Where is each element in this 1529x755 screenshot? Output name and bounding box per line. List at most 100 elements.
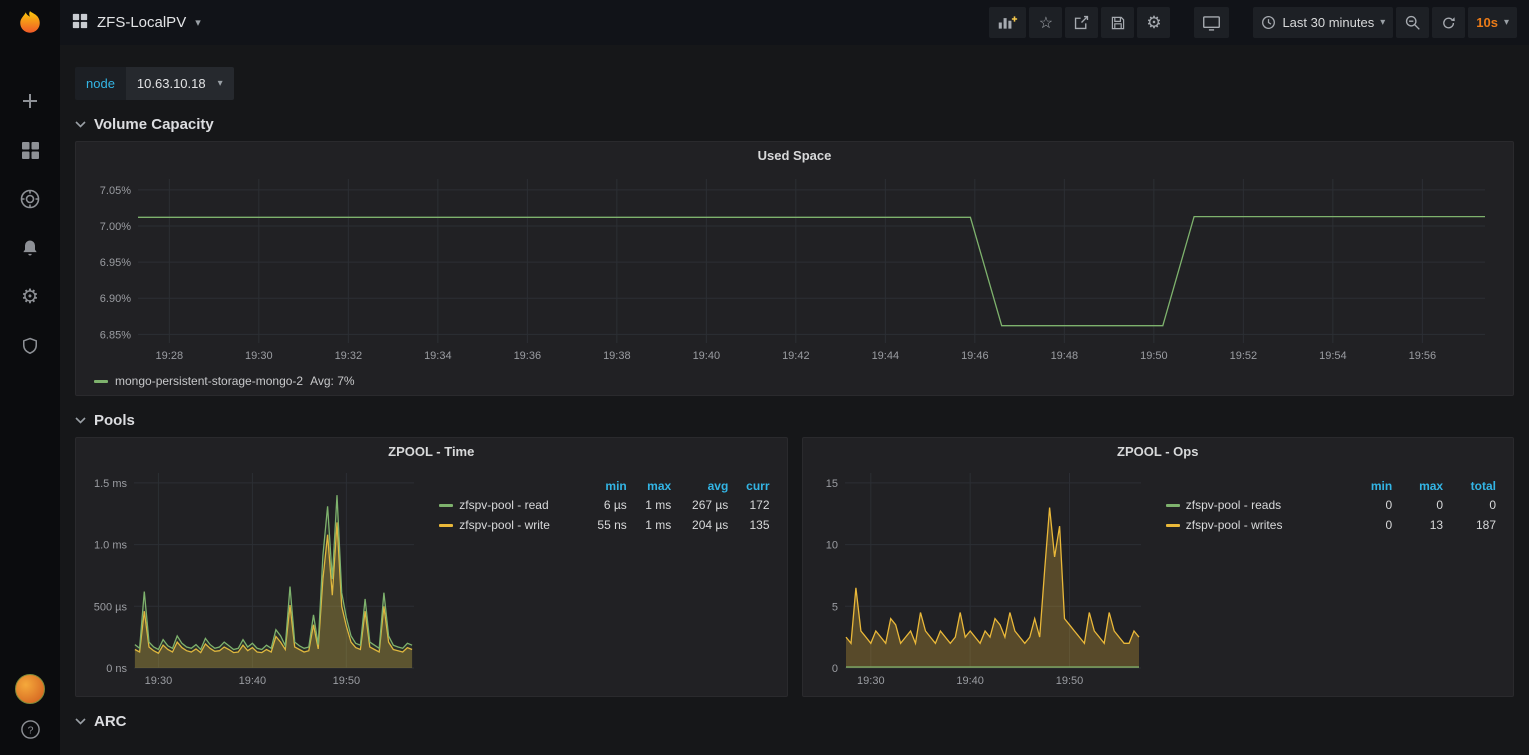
refresh-button[interactable] bbox=[1432, 7, 1465, 38]
cycle-view-mode-button[interactable] bbox=[1194, 7, 1229, 38]
grafana-logo[interactable] bbox=[0, 0, 60, 45]
panel-title-used-space[interactable]: Used Space bbox=[76, 142, 1513, 169]
share-icon bbox=[1073, 14, 1090, 31]
server-admin-shield-icon[interactable] bbox=[18, 334, 42, 358]
sidebar-menu: ⚙ bbox=[18, 89, 42, 358]
pools-panel-row: ZPOOL - Time 0 ns500 µs1.0 ms1.5 ms19:30… bbox=[75, 437, 1514, 697]
share-dashboard-button[interactable] bbox=[1065, 7, 1098, 38]
svg-text:19:48: 19:48 bbox=[1051, 350, 1079, 362]
panel-title-zpool-ops[interactable]: ZPOOL - Ops bbox=[803, 438, 1514, 465]
legend-header-max[interactable]: max bbox=[632, 477, 676, 495]
svg-text:5: 5 bbox=[831, 601, 837, 613]
dashboard-grid-icon bbox=[72, 13, 88, 33]
add-panel-button[interactable] bbox=[989, 7, 1026, 38]
svg-text:1.5 ms: 1.5 ms bbox=[94, 478, 128, 490]
row-toggle-volume-capacity[interactable]: Volume Capacity bbox=[75, 116, 1514, 133]
legend-color-dash bbox=[94, 380, 108, 383]
svg-text:15: 15 bbox=[825, 478, 837, 490]
legend-value-curr: 172 bbox=[733, 495, 774, 515]
dashboard-title-dropdown[interactable]: ZFS-LocalPV ▾ bbox=[72, 13, 201, 33]
zoom-out-time-button[interactable] bbox=[1396, 7, 1429, 38]
save-dashboard-button[interactable] bbox=[1101, 7, 1134, 38]
row-toggle-arc[interactable]: ARC bbox=[75, 713, 1514, 730]
svg-text:19:54: 19:54 bbox=[1319, 350, 1347, 362]
legend-series-name[interactable]: zfspv-pool - writes bbox=[1186, 518, 1283, 532]
legend-value-min: 6 µs bbox=[583, 495, 632, 515]
svg-text:1.0 ms: 1.0 ms bbox=[94, 540, 128, 552]
svg-text:500 µs: 500 µs bbox=[94, 601, 128, 613]
alerting-bell-icon[interactable] bbox=[18, 236, 42, 260]
refresh-icon bbox=[1441, 15, 1457, 31]
legend-header-row: min max avg curr bbox=[434, 477, 774, 495]
caret-down-icon: ▾ bbox=[218, 78, 223, 89]
svg-text:19:34: 19:34 bbox=[424, 350, 452, 362]
star-dashboard-button[interactable]: ☆ bbox=[1029, 7, 1062, 38]
svg-text:19:40: 19:40 bbox=[693, 350, 721, 362]
legend-value-total: 187 bbox=[1448, 515, 1501, 535]
legend-series-name[interactable]: zfspv-pool - write bbox=[459, 518, 550, 532]
legend-value-avg: 204 µs bbox=[676, 515, 733, 535]
clock-icon bbox=[1261, 15, 1276, 30]
svg-text:19:42: 19:42 bbox=[782, 350, 810, 362]
dashboards-grid-icon[interactable] bbox=[18, 138, 42, 162]
svg-text:7.05%: 7.05% bbox=[100, 185, 131, 197]
legend-series-name[interactable]: mongo-persistent-storage-mongo-2 bbox=[115, 374, 303, 388]
top-navbar: ZFS-LocalPV ▾ ☆ ⚙ Last 30 minutes bbox=[60, 0, 1529, 45]
svg-text:19:50: 19:50 bbox=[333, 675, 361, 687]
legend-value-curr: 135 bbox=[733, 515, 774, 535]
caret-down-icon: ▾ bbox=[1504, 17, 1509, 28]
svg-text:19:46: 19:46 bbox=[961, 350, 989, 362]
legend-header-min[interactable]: min bbox=[583, 477, 632, 495]
zpool-time-chart[interactable]: 0 ns500 µs1.0 ms1.5 ms19:3019:4019:50 bbox=[82, 465, 424, 692]
legend-row-writes: zfspv-pool - writes 0 13 187 bbox=[1161, 515, 1501, 535]
legend-header-min[interactable]: min bbox=[1350, 477, 1397, 495]
legend-header-avg[interactable]: avg bbox=[676, 477, 733, 495]
panel-title-zpool-time[interactable]: ZPOOL - Time bbox=[76, 438, 787, 465]
refresh-interval-dropdown[interactable]: 10s ▾ bbox=[1468, 7, 1517, 38]
dashboard-settings-button[interactable]: ⚙ bbox=[1137, 7, 1170, 38]
dashboard-title: ZFS-LocalPV bbox=[97, 14, 186, 31]
svg-text:19:40: 19:40 bbox=[956, 675, 984, 687]
svg-text:7.00%: 7.00% bbox=[100, 221, 131, 233]
used-space-chart[interactable]: 6.85%6.90%6.95%7.00%7.05%19:2819:3019:32… bbox=[84, 169, 1505, 369]
legend-value-min: 0 bbox=[1350, 515, 1397, 535]
panel-zpool-time: ZPOOL - Time 0 ns500 µs1.0 ms1.5 ms19:30… bbox=[75, 437, 788, 697]
user-avatar[interactable] bbox=[15, 674, 45, 704]
configuration-gear-icon[interactable]: ⚙ bbox=[18, 285, 42, 309]
legend-header-total[interactable]: total bbox=[1448, 477, 1501, 495]
svg-text:10: 10 bbox=[825, 540, 837, 552]
legend-value-avg: 267 µs bbox=[676, 495, 733, 515]
svg-text:19:56: 19:56 bbox=[1409, 350, 1437, 362]
svg-text:6.90%: 6.90% bbox=[100, 293, 131, 305]
legend-color-dash bbox=[439, 524, 453, 527]
svg-text:19:28: 19:28 bbox=[156, 350, 184, 362]
svg-text:19:44: 19:44 bbox=[872, 350, 900, 362]
svg-text:19:30: 19:30 bbox=[145, 675, 173, 687]
legend-value-max: 1 ms bbox=[632, 495, 676, 515]
time-range-picker[interactable]: Last 30 minutes ▾ bbox=[1253, 7, 1393, 38]
create-plus-icon[interactable] bbox=[18, 89, 42, 113]
row-toggle-pools[interactable]: Pools bbox=[75, 412, 1514, 429]
legend-row-reads: zfspv-pool - reads 0 0 0 bbox=[1161, 495, 1501, 515]
legend-series-name[interactable]: zfspv-pool - read bbox=[459, 498, 548, 512]
row-title: Pools bbox=[94, 412, 135, 429]
row-title: Volume Capacity bbox=[94, 116, 214, 133]
legend-value-max: 1 ms bbox=[632, 515, 676, 535]
legend-header-curr[interactable]: curr bbox=[733, 477, 774, 495]
chevron-down-icon bbox=[75, 121, 86, 128]
legend-header-max[interactable]: max bbox=[1397, 477, 1448, 495]
help-icon[interactable]: ? bbox=[18, 717, 42, 741]
legend-series-name[interactable]: zfspv-pool - reads bbox=[1186, 498, 1281, 512]
explore-compass-icon[interactable] bbox=[18, 187, 42, 211]
star-icon: ☆ bbox=[1039, 13, 1053, 33]
zpool-time-legend: min max avg curr zfspv-pool - read 6 µs bbox=[424, 465, 780, 692]
variable-value: 10.63.10.18 bbox=[137, 76, 206, 91]
magnifier-minus-icon bbox=[1404, 14, 1421, 31]
zpool-ops-chart[interactable]: 05101519:3019:4019:50 bbox=[809, 465, 1151, 692]
svg-text:6.85%: 6.85% bbox=[100, 329, 131, 341]
legend-row-write: zfspv-pool - write 55 ns 1 ms 204 µs 135 bbox=[434, 515, 774, 535]
legend-header-row: min max total bbox=[1161, 477, 1501, 495]
variable-value-dropdown[interactable]: 10.63.10.18 ▾ bbox=[126, 67, 234, 100]
legend-value-min: 55 ns bbox=[583, 515, 632, 535]
legend-color-dash bbox=[1166, 524, 1180, 527]
